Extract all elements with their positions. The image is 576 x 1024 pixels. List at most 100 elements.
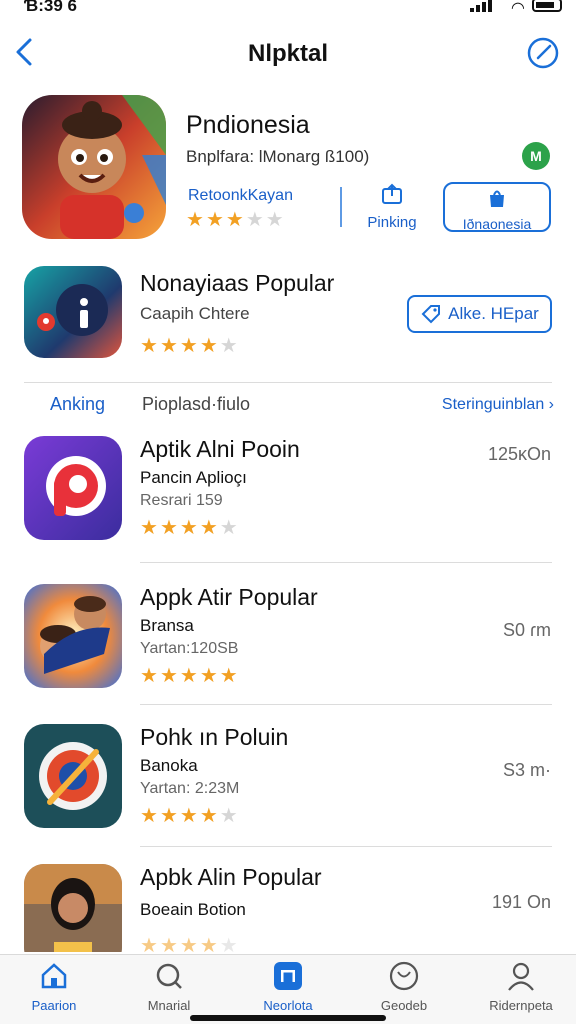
region-button[interactable]: Iðnaonesia — [443, 182, 551, 232]
app-title: Appk Atir Popular — [140, 584, 318, 610]
app-size: S3 m· — [502, 760, 551, 780]
divider — [140, 562, 552, 563]
app-version: Yartan:120SB — [140, 640, 239, 657]
divider — [24, 382, 552, 383]
share-icon — [382, 183, 402, 204]
star-filled-icon: ★ — [179, 935, 198, 952]
list-item[interactable]: Pohk ın Poluin Banoka Yartan: 2:23M ★ ★ ★ ★… — [0, 724, 576, 844]
star-empty-icon: ★ — [219, 935, 238, 952]
app-size: S0 ɾm — [502, 620, 551, 640]
app-developer: Bransa — [140, 616, 194, 635]
promoted-app-icon — [24, 266, 122, 358]
app-size: 125ĸOn — [487, 444, 551, 464]
star-filled-icon: ★ — [140, 805, 158, 827]
star-empty-icon: ★ — [245, 209, 264, 231]
app-developer: Pancin Aplioçı — [140, 468, 247, 487]
battery-icon — [532, 0, 562, 12]
featured-app[interactable]: Pndionesia Bnplfara: lMonarg ß100) Retoo… — [0, 95, 576, 245]
see-all-link[interactable]: Steringuinblan › — [442, 396, 554, 414]
star-filled-icon: ★ — [199, 335, 218, 357]
app-developer: Boeain Botion — [140, 900, 246, 919]
star-filled-icon: ★ — [140, 935, 158, 952]
tab-home[interactable]: Paarion — [4, 961, 104, 1021]
app-title: Aptik Alni Pooin — [140, 436, 300, 462]
star-filled-icon: ★ — [179, 665, 198, 687]
tab-popular[interactable]: Pioplasd·fiulo — [142, 394, 250, 415]
featured-app-link[interactable]: RetoonkKayan — [188, 187, 293, 205]
star-filled-icon: ★ — [179, 805, 198, 827]
apps-icon — [274, 962, 302, 990]
divider — [140, 704, 552, 705]
nav-bar: Nlpktal — [0, 28, 576, 78]
star-filled-icon: ★ — [205, 209, 224, 231]
star-filled-icon: ★ — [159, 805, 178, 827]
wifi-icon: ◠ — [511, 0, 524, 17]
app-version: Resrari 159 — [140, 492, 223, 509]
promoted-app-rating: ★ ★ ★ ★ ★ — [140, 336, 238, 356]
tab-games[interactable]: Geodeb — [354, 961, 454, 1021]
profile-icon — [508, 962, 534, 991]
promoted-app-subtitle: Caapih Chtere — [140, 304, 250, 323]
tab-profile[interactable]: Ridernpeta — [471, 961, 571, 1021]
app-rating: ★ ★ ★ ★ ★ — [140, 936, 238, 952]
list-item[interactable]: Appk Atir Popular Bransa Yartan:120SB ★ ★… — [0, 584, 576, 704]
star-filled-icon: ★ — [140, 335, 158, 357]
star-filled-icon: ★ — [159, 935, 178, 952]
tab-apps[interactable]: Neorlota — [238, 961, 338, 1021]
star-filled-icon: ★ — [186, 209, 204, 231]
star-filled-icon: ★ — [199, 805, 218, 827]
star-empty-icon: ★ — [265, 209, 284, 231]
status-bar: Ɓ:39 6 ◠ — [0, 0, 576, 20]
app-icon — [24, 436, 122, 540]
verified-badge: M — [522, 142, 550, 170]
tab-ranking[interactable]: Anking — [50, 394, 105, 415]
tab-label: Geodeb — [380, 998, 428, 1013]
bag-icon — [490, 190, 504, 207]
star-filled-icon: ★ — [219, 665, 238, 687]
divider — [140, 846, 552, 847]
page-title: Nlpktal — [247, 40, 328, 67]
list-item[interactable]: Aptik Alni Pooin Pancin Aplioçı Resrari … — [0, 436, 576, 556]
app-developer: Banoka — [140, 756, 198, 775]
star-filled-icon: ★ — [140, 517, 158, 539]
star-filled-icon: ★ — [199, 665, 218, 687]
star-filled-icon: ★ — [159, 517, 178, 539]
star-filled-icon: ★ — [179, 335, 198, 357]
app-size: 191 On — [491, 892, 551, 912]
home-indicator — [190, 1015, 386, 1021]
promoted-app-button[interactable]: Alke. HEpar — [407, 295, 552, 333]
app-title: Apbk Alin Popular — [140, 864, 322, 890]
signal-icon — [470, 0, 492, 12]
featured-app-icon — [22, 95, 166, 239]
tag-icon — [421, 305, 441, 324]
promoted-app-name: Nonayiaas Popular — [140, 270, 335, 296]
compass-icon[interactable] — [526, 36, 560, 70]
home-icon — [41, 963, 67, 989]
ranking-button[interactable]: Pinking — [360, 183, 424, 233]
app-icon — [24, 724, 122, 828]
app-rating: ★ ★ ★ ★ ★ — [140, 806, 238, 826]
star-filled-icon: ★ — [159, 335, 178, 357]
tab-search[interactable]: Mnarial — [119, 961, 219, 1021]
divider — [340, 187, 342, 227]
promoted-app-button-label: Alke. HEpar — [448, 304, 539, 323]
app-icon — [24, 584, 122, 688]
featured-app-rating: ★ ★ ★ ★ ★ — [186, 210, 284, 230]
ranking-label: Pinking — [367, 214, 417, 231]
search-icon — [156, 963, 182, 989]
tab-label: Paarion — [31, 998, 77, 1013]
status-time: Ɓ:39 6 — [24, 0, 77, 15]
featured-app-name: Pndionesia — [186, 111, 310, 139]
tab-label: Neorlota — [263, 998, 313, 1013]
star-empty-icon: ★ — [219, 335, 238, 357]
star-filled-icon: ★ — [199, 935, 218, 952]
star-filled-icon: ★ — [199, 517, 218, 539]
star-filled-icon: ★ — [179, 517, 198, 539]
star-filled-icon: ★ — [140, 665, 158, 687]
app-icon — [24, 864, 122, 952]
game-icon — [389, 961, 419, 991]
promoted-app[interactable]: Nonayiaas Popular Caapih Chtere ★ ★ ★ ★ ★ Al… — [0, 266, 576, 366]
tab-bar: Paarion Mnarial Neorlota Geodeb Ridernpe… — [0, 954, 576, 1024]
tab-label: Mnarial — [147, 998, 191, 1013]
list-item[interactable]: Apbk Alin Popular Boeain Botion ★ ★ ★ ★ ★ 19… — [0, 864, 576, 952]
